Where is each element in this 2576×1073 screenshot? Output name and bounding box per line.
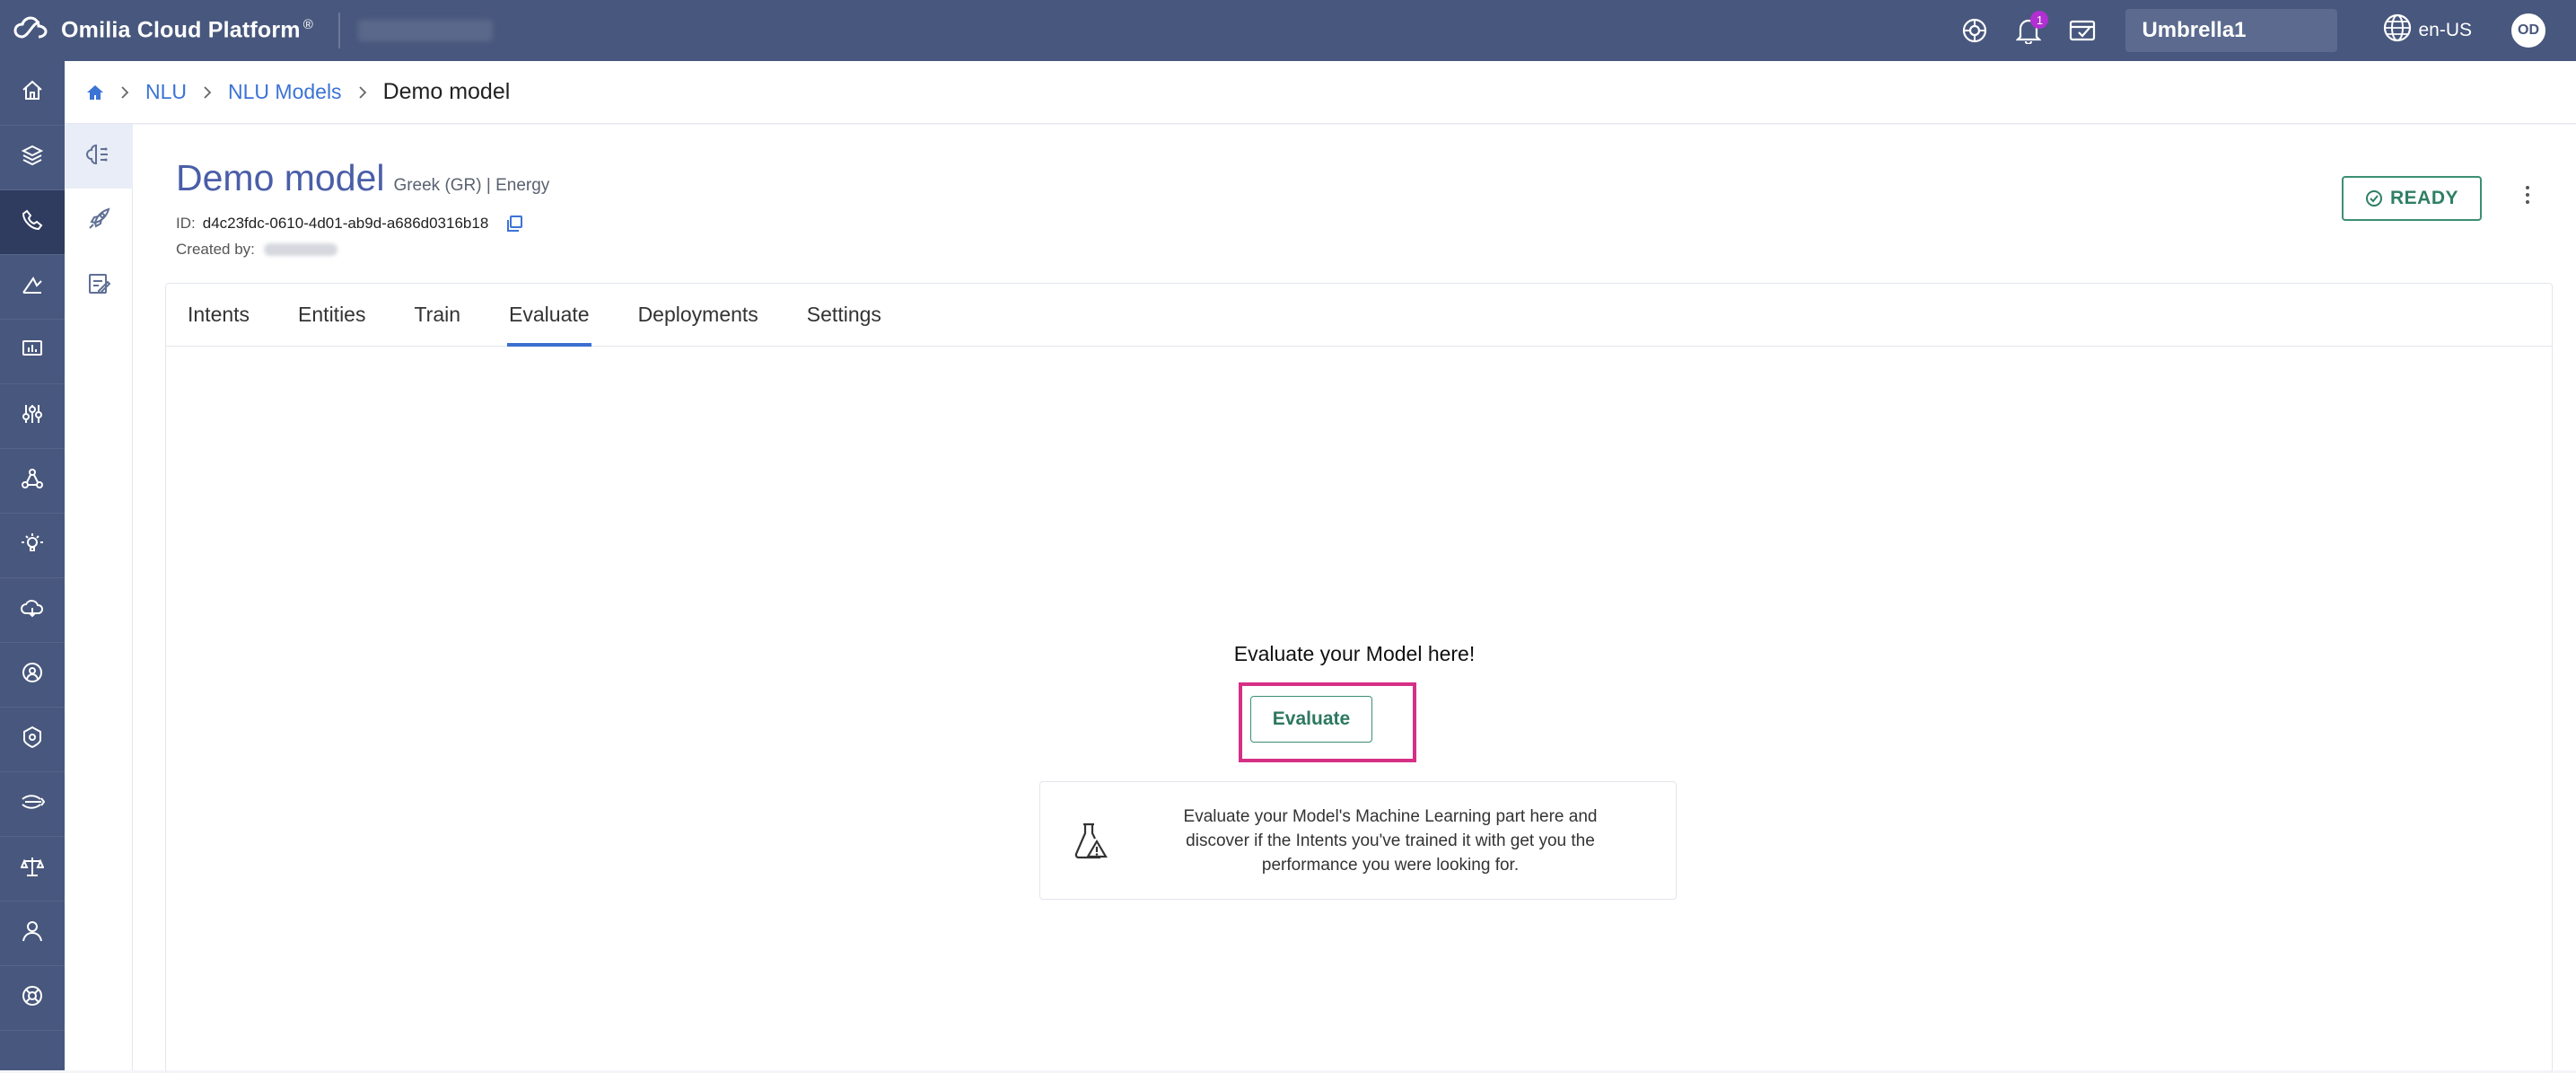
subnav-nlu-models[interactable] (65, 124, 133, 189)
home-icon[interactable] (86, 84, 104, 101)
language-label: en-US (2418, 20, 2472, 40)
nav-settings-sliders[interactable] (0, 384, 65, 449)
report-edit-icon (86, 271, 111, 301)
analytics-icon (21, 273, 44, 301)
scale-icon (20, 855, 45, 883)
breadcrumb-nlu[interactable]: NLU (145, 80, 187, 104)
topbar-divider (338, 13, 340, 48)
cloud-logo-icon (13, 15, 50, 47)
globe-icon (2382, 13, 2413, 48)
nav-support[interactable] (0, 966, 65, 1031)
rocket-icon (86, 207, 111, 236)
brand-name: Omilia Cloud Platform ® (61, 17, 313, 43)
page-title: Demo model (176, 157, 385, 198)
settings-gear-icon (21, 661, 44, 689)
tab-evaluate[interactable]: Evaluate (507, 284, 591, 347)
subnav-evaluations[interactable] (65, 253, 133, 318)
nav-security[interactable] (0, 708, 65, 772)
tenant-selector[interactable]: Umbrella1 (2125, 9, 2338, 52)
check-circle-icon (2365, 189, 2383, 207)
nav-flows[interactable] (0, 772, 65, 837)
evaluate-info-card: Evaluate your Model's Machine Learning p… (1039, 781, 1677, 900)
nav-layers[interactable] (0, 126, 65, 190)
model-id-label: ID: (176, 215, 196, 232)
fish-icon (20, 790, 46, 818)
dashboard-icon[interactable] (1957, 13, 1993, 48)
chevron-right-icon (203, 85, 212, 100)
secondary-sidebar (65, 124, 133, 1070)
copy-icon[interactable] (504, 214, 524, 233)
evaluate-heading: Evaluate your Model here! (1233, 642, 1476, 665)
nav-reports[interactable] (0, 320, 65, 384)
model-id-row: ID: d4c23fdc-0610-4d01-ab9d-a686d0316b18 (176, 214, 549, 233)
shield-icon (21, 726, 44, 753)
presentation-icon (21, 338, 44, 365)
chevron-right-icon (120, 85, 129, 100)
info-line: Evaluate your Model's Machine Learning p… (1183, 806, 1598, 826)
layers-icon (21, 144, 44, 172)
model-header: Demo model Greek (GR) | Energy ID: d4c23… (176, 157, 549, 259)
support-icon (21, 984, 44, 1012)
brain-icon (86, 142, 111, 172)
nav-compliance[interactable] (0, 837, 65, 901)
phone-icon (21, 208, 44, 236)
tab-settings[interactable]: Settings (807, 284, 881, 346)
evaluate-button[interactable]: Evaluate (1250, 696, 1372, 743)
breadcrumb-current: Demo model (382, 79, 511, 104)
tab-entities[interactable]: Entities (298, 284, 365, 346)
subnav-deployments[interactable] (65, 189, 133, 253)
tab-intents[interactable]: Intents (188, 284, 250, 346)
model-id-value: d4c23fdc-0610-4d01-ab9d-a686d0316b18 (202, 215, 489, 232)
created-by-redacted (263, 243, 337, 256)
notifications-bell-icon[interactable]: 1 (2011, 11, 2049, 48)
top-bar: Omilia Cloud Platform ® 1 Umbrella1 en-US… (0, 0, 2576, 61)
home-icon (21, 79, 44, 107)
flask-warning-icon (1040, 822, 1141, 859)
user-icon (21, 919, 44, 947)
info-line: performance you were looking for. (1261, 855, 1520, 875)
created-by-row: Created by: (176, 241, 549, 259)
info-line: discover if the Intents you've trained i… (1186, 831, 1595, 850)
release-notes-icon[interactable] (2064, 13, 2100, 48)
network-icon (21, 467, 44, 495)
status-ready-button[interactable]: READY (2342, 176, 2482, 221)
created-by-label: Created by: (176, 241, 255, 258)
model-subtitle: Greek (GR) | Energy (393, 176, 550, 195)
nav-home[interactable] (0, 61, 65, 126)
breadcrumb-nlu-models[interactable]: NLU Models (228, 80, 342, 104)
status-label: READY (2389, 188, 2458, 208)
tabs-panel: Intents Entities Train Evaluate Deployme… (165, 283, 2553, 1073)
more-options-icon[interactable] (2526, 186, 2529, 204)
bulb-icon (21, 532, 44, 559)
language-selector[interactable]: en-US (2382, 13, 2472, 48)
brand[interactable]: Omilia Cloud Platform ® (13, 15, 313, 47)
nav-admin[interactable] (0, 643, 65, 708)
nav-network[interactable] (0, 449, 65, 514)
nav-conversational-ai[interactable] (0, 190, 65, 255)
tab-bar: Intents Entities Train Evaluate Deployme… (166, 284, 2552, 347)
breadcrumb: NLU NLU Models Demo model (65, 61, 2576, 124)
sliders-icon (21, 402, 44, 430)
nav-cloud[interactable] (0, 578, 65, 643)
nav-analytics[interactable] (0, 255, 65, 320)
nav-insights[interactable] (0, 514, 65, 578)
main-content: Demo model Greek (GR) | Energy ID: d4c23… (133, 125, 2576, 1073)
cloud-icon (20, 596, 45, 624)
redacted-field (358, 20, 493, 41)
user-avatar[interactable]: OD (2511, 13, 2545, 48)
nav-users[interactable] (0, 901, 65, 966)
evaluate-info-text: Evaluate your Model's Machine Learning p… (1141, 805, 1676, 877)
chevron-right-icon (358, 85, 367, 100)
tab-train[interactable]: Train (414, 284, 460, 346)
tab-deployments[interactable]: Deployments (638, 284, 758, 346)
primary-sidebar (0, 61, 65, 1070)
notifications-badge: 1 (2030, 11, 2049, 29)
